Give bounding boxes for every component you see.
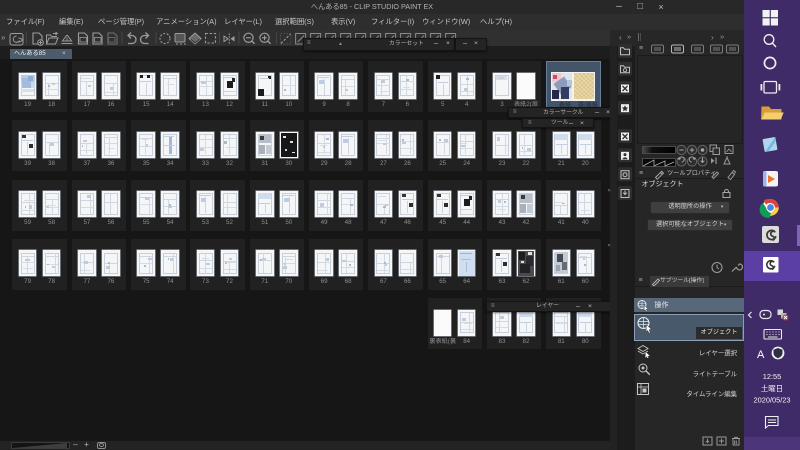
svg-text:12:55: 12:55 [763, 372, 782, 381]
svg-text:2020/05/23: 2020/05/23 [754, 396, 791, 405]
svg-text:土曜日: 土曜日 [761, 384, 783, 393]
svg-text:A: A [757, 349, 765, 361]
